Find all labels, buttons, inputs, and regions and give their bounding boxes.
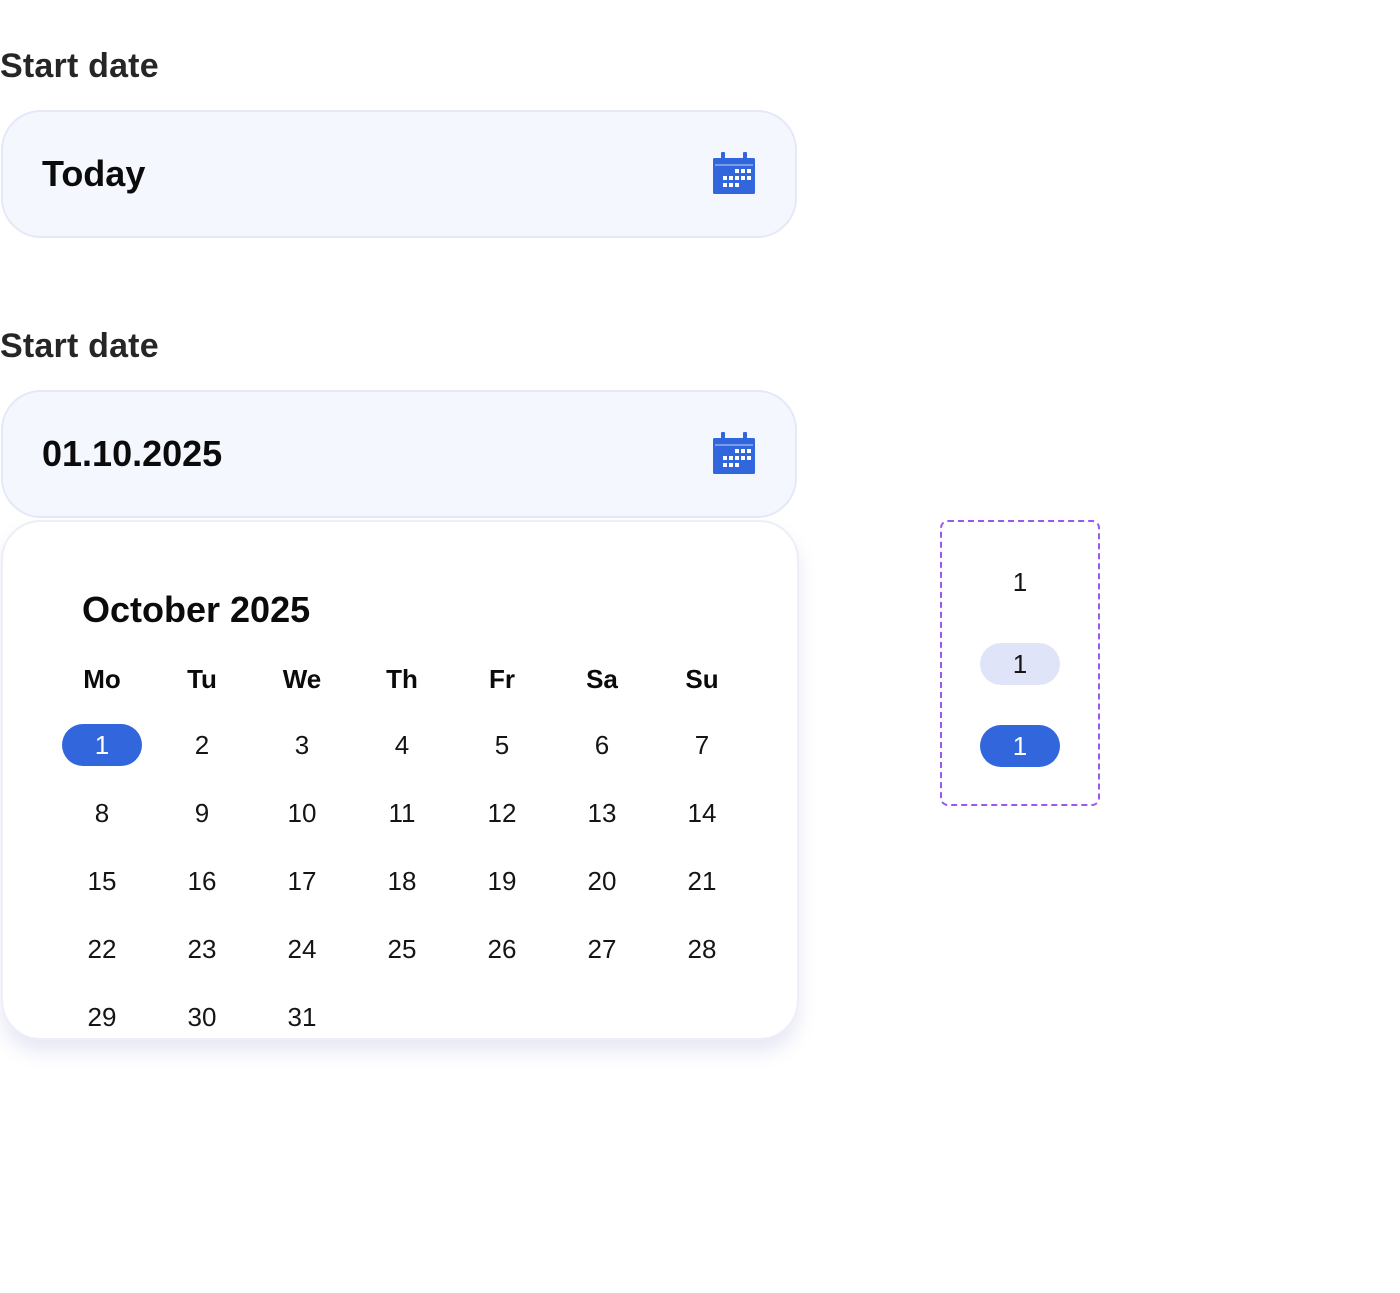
calendar-icon[interactable] [713, 432, 755, 476]
day-cell[interactable]: 24 [262, 928, 342, 970]
day-cell[interactable]: 20 [562, 860, 642, 902]
day-cell-default[interactable]: 1 [980, 561, 1060, 603]
calendar-grid: Mo Tu We Th Fr Sa Su 1 2 3 4 5 6 7 8 9 10 11 12 13 14 15 16 17 1… [52, 522, 752, 1038]
weekday-header: Mo [83, 664, 121, 694]
weekday-header: Tu [187, 664, 217, 694]
day-states-specimen: 1 1 1 [940, 520, 1100, 806]
weekday-header: Sa [586, 664, 618, 694]
weekday-header: We [282, 664, 322, 694]
day-cell[interactable]: 16 [162, 860, 242, 902]
day-cell[interactable]: 15 [62, 860, 142, 902]
start-date-field-open[interactable]: 01.10.2025 [1, 390, 797, 518]
start-date-label: Start date [0, 327, 159, 365]
day-cell[interactable]: 13 [562, 792, 642, 834]
calendar-icon[interactable] [713, 152, 755, 196]
day-cell[interactable]: 22 [62, 928, 142, 970]
day-cell[interactable]: 23 [162, 928, 242, 970]
day-cell[interactable]: 8 [62, 792, 142, 834]
day-cell-selected[interactable]: 1 [980, 725, 1060, 767]
weekday-header: Fr [489, 664, 515, 694]
day-cell[interactable]: 31 [262, 996, 342, 1038]
day-cell[interactable]: 29 [62, 996, 142, 1038]
day-cell[interactable]: 30 [162, 996, 242, 1038]
day-cell[interactable]: 5 [462, 724, 542, 766]
weekday-header: Th [386, 664, 418, 694]
day-cell[interactable]: 12 [462, 792, 542, 834]
start-date-value: Today [42, 153, 146, 194]
day-cell[interactable]: 6 [562, 724, 642, 766]
day-cell[interactable]: 14 [662, 792, 742, 834]
day-cell[interactable]: 4 [362, 724, 442, 766]
day-cell[interactable]: 9 [162, 792, 242, 834]
start-date-label: Start date [0, 47, 159, 85]
day-cell-hover[interactable]: 1 [980, 643, 1060, 685]
day-cell[interactable]: 26 [462, 928, 542, 970]
day-cell[interactable]: 11 [362, 792, 442, 834]
day-cell[interactable]: 28 [662, 928, 742, 970]
day-cell[interactable]: 17 [262, 860, 342, 902]
day-cell[interactable]: 25 [362, 928, 442, 970]
calendar-popup: October 2025 Mo Tu We Th Fr Sa Su 1 2 3 4 5 6 7 8 9 10 11… [1, 520, 799, 1040]
start-date-value: 01.10.2025 [42, 433, 223, 474]
day-cell[interactable]: 21 [662, 860, 742, 902]
start-date-field-today[interactable]: Today [1, 110, 797, 238]
day-cell[interactable]: 27 [562, 928, 642, 970]
day-cell[interactable]: 18 [362, 860, 442, 902]
day-cell-selected[interactable]: 1 [62, 724, 142, 766]
weekday-header: Su [685, 664, 719, 694]
day-cell[interactable]: 19 [462, 860, 542, 902]
day-cell[interactable]: 7 [662, 724, 742, 766]
day-cell[interactable]: 10 [262, 792, 342, 834]
day-cell[interactable]: 2 [162, 724, 242, 766]
day-cell[interactable]: 3 [262, 724, 342, 766]
